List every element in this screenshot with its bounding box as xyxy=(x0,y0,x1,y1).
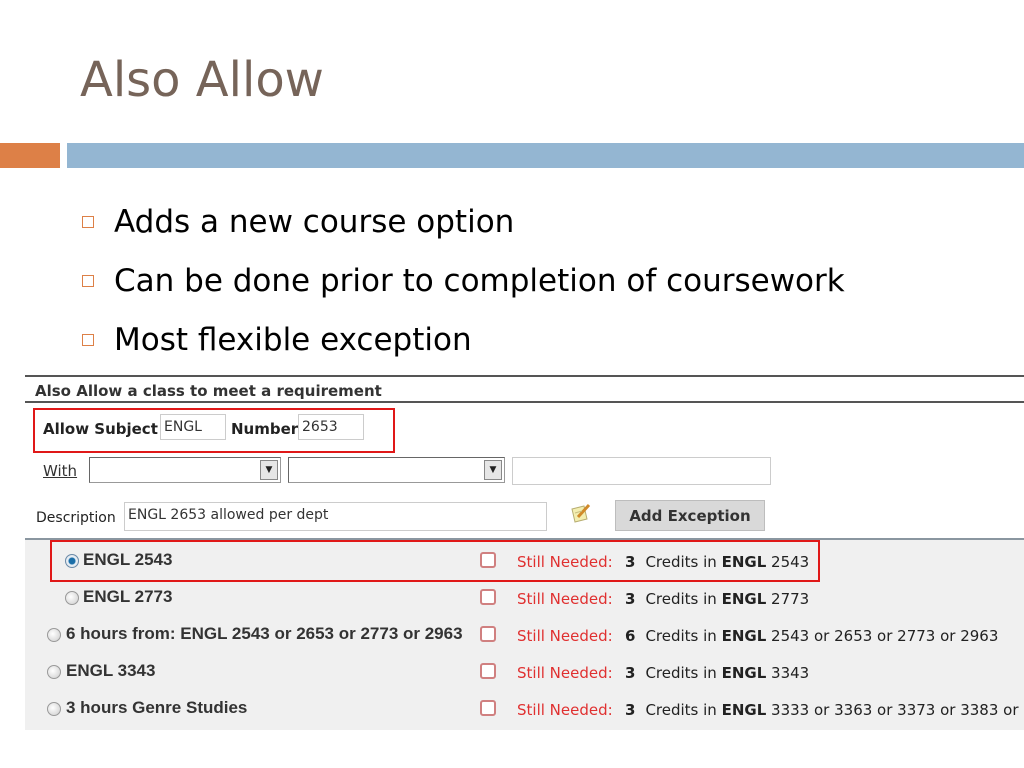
credits-info: 3 Credits in ENGL 2773 xyxy=(625,590,810,608)
with-select-1[interactable]: ▼ xyxy=(89,457,281,483)
slide-title: Also Allow xyxy=(80,52,324,108)
dropdown-arrow-icon[interactable]: ▼ xyxy=(484,460,502,480)
requirement-label: ENGL 2773 xyxy=(83,587,173,606)
requirement-radio[interactable] xyxy=(47,702,61,716)
credits-info: 3 Credits in ENGL 3333 or 3363 or 3373 or… xyxy=(625,701,1024,719)
credits-info: 3 Credits in ENGL 3343 xyxy=(625,664,810,682)
credits-info: 6 Credits in ENGL 2543 or 2653 or 2773 or… xyxy=(625,627,999,645)
panel-header: Also Allow a class to meet a requirement xyxy=(25,375,1024,403)
bullet-text: Most flexible exception xyxy=(114,321,472,358)
with-link[interactable]: With xyxy=(43,462,77,480)
requirement-label: ENGL 2543 xyxy=(83,550,173,569)
credits-info: 3 Credits in ENGL 2543 xyxy=(625,553,810,571)
bullet-text: Can be done prior to completion of cours… xyxy=(114,262,845,299)
allow-subject-input[interactable]: ENGL xyxy=(160,414,226,440)
requirement-row: 6 hours from: ENGL 2543 or 2653 or 2773 … xyxy=(25,620,1024,650)
notepad-pencil-icon[interactable] xyxy=(570,503,592,523)
requirement-options: ENGL 2543 Still Needed: 3 Credits in ENGL… xyxy=(25,538,1024,730)
number-input[interactable]: 2653 xyxy=(298,414,364,440)
with-text-input[interactable] xyxy=(512,457,771,485)
still-needed-label: Still Needed: xyxy=(517,664,613,682)
requirement-label: 6 hours from: ENGL 2543 or 2653 or 2773 … xyxy=(66,624,463,643)
add-exception-button[interactable]: Add Exception xyxy=(615,500,765,531)
requirement-label: ENGL 3343 xyxy=(66,661,156,680)
dropdown-arrow-icon[interactable]: ▼ xyxy=(260,460,278,480)
requirement-checkbox[interactable] xyxy=(480,589,496,605)
bullet-item: Can be done prior to completion of cours… xyxy=(82,251,845,310)
square-bullet-icon xyxy=(82,274,94,287)
panel-header-title: Also Allow a class to meet a requirement xyxy=(35,382,382,400)
still-needed-label: Still Needed: xyxy=(517,590,613,608)
requirement-row: ENGL 2543 Still Needed: 3 Credits in ENGL… xyxy=(25,546,1024,576)
requirement-radio[interactable] xyxy=(65,591,79,605)
requirement-checkbox[interactable] xyxy=(480,663,496,679)
requirement-radio[interactable] xyxy=(65,554,79,568)
bullet-text: Adds a new course option xyxy=(114,203,515,240)
square-bullet-icon xyxy=(82,215,94,228)
bullet-item: Adds a new course option xyxy=(82,192,845,251)
requirement-radio[interactable] xyxy=(47,628,61,642)
square-bullet-icon xyxy=(82,333,94,346)
accent-bar-blue xyxy=(67,143,1024,168)
requirement-checkbox[interactable] xyxy=(480,552,496,568)
allow-subject-label: Allow Subject xyxy=(43,420,158,438)
accent-bar-orange xyxy=(0,143,60,168)
still-needed-label: Still Needed: xyxy=(517,627,613,645)
requirement-row: ENGL 3343 Still Needed: 3 Credits in ENGL… xyxy=(25,657,1024,687)
requirement-label: 3 hours Genre Studies xyxy=(66,698,248,717)
requirement-row: 3 hours Genre Studies Still Needed: 3 Cre… xyxy=(25,694,1024,724)
requirement-checkbox[interactable] xyxy=(480,626,496,642)
also-allow-panel: Also Allow a class to meet a requirement… xyxy=(25,375,1024,735)
bullet-item: Most flexible exception xyxy=(82,310,845,369)
requirement-row: ENGL 2773 Still Needed: 3 Credits in ENGL… xyxy=(25,583,1024,613)
with-select-2[interactable]: ▼ xyxy=(288,457,505,483)
description-label: Description xyxy=(36,510,116,526)
description-input[interactable]: ENGL 2653 allowed per dept xyxy=(124,502,547,531)
number-label: Number xyxy=(231,420,299,438)
bullet-list: Adds a new course option Can be done pri… xyxy=(82,192,845,369)
requirement-checkbox[interactable] xyxy=(480,700,496,716)
requirement-radio[interactable] xyxy=(47,665,61,679)
still-needed-label: Still Needed: xyxy=(517,553,613,571)
still-needed-label: Still Needed: xyxy=(517,701,613,719)
